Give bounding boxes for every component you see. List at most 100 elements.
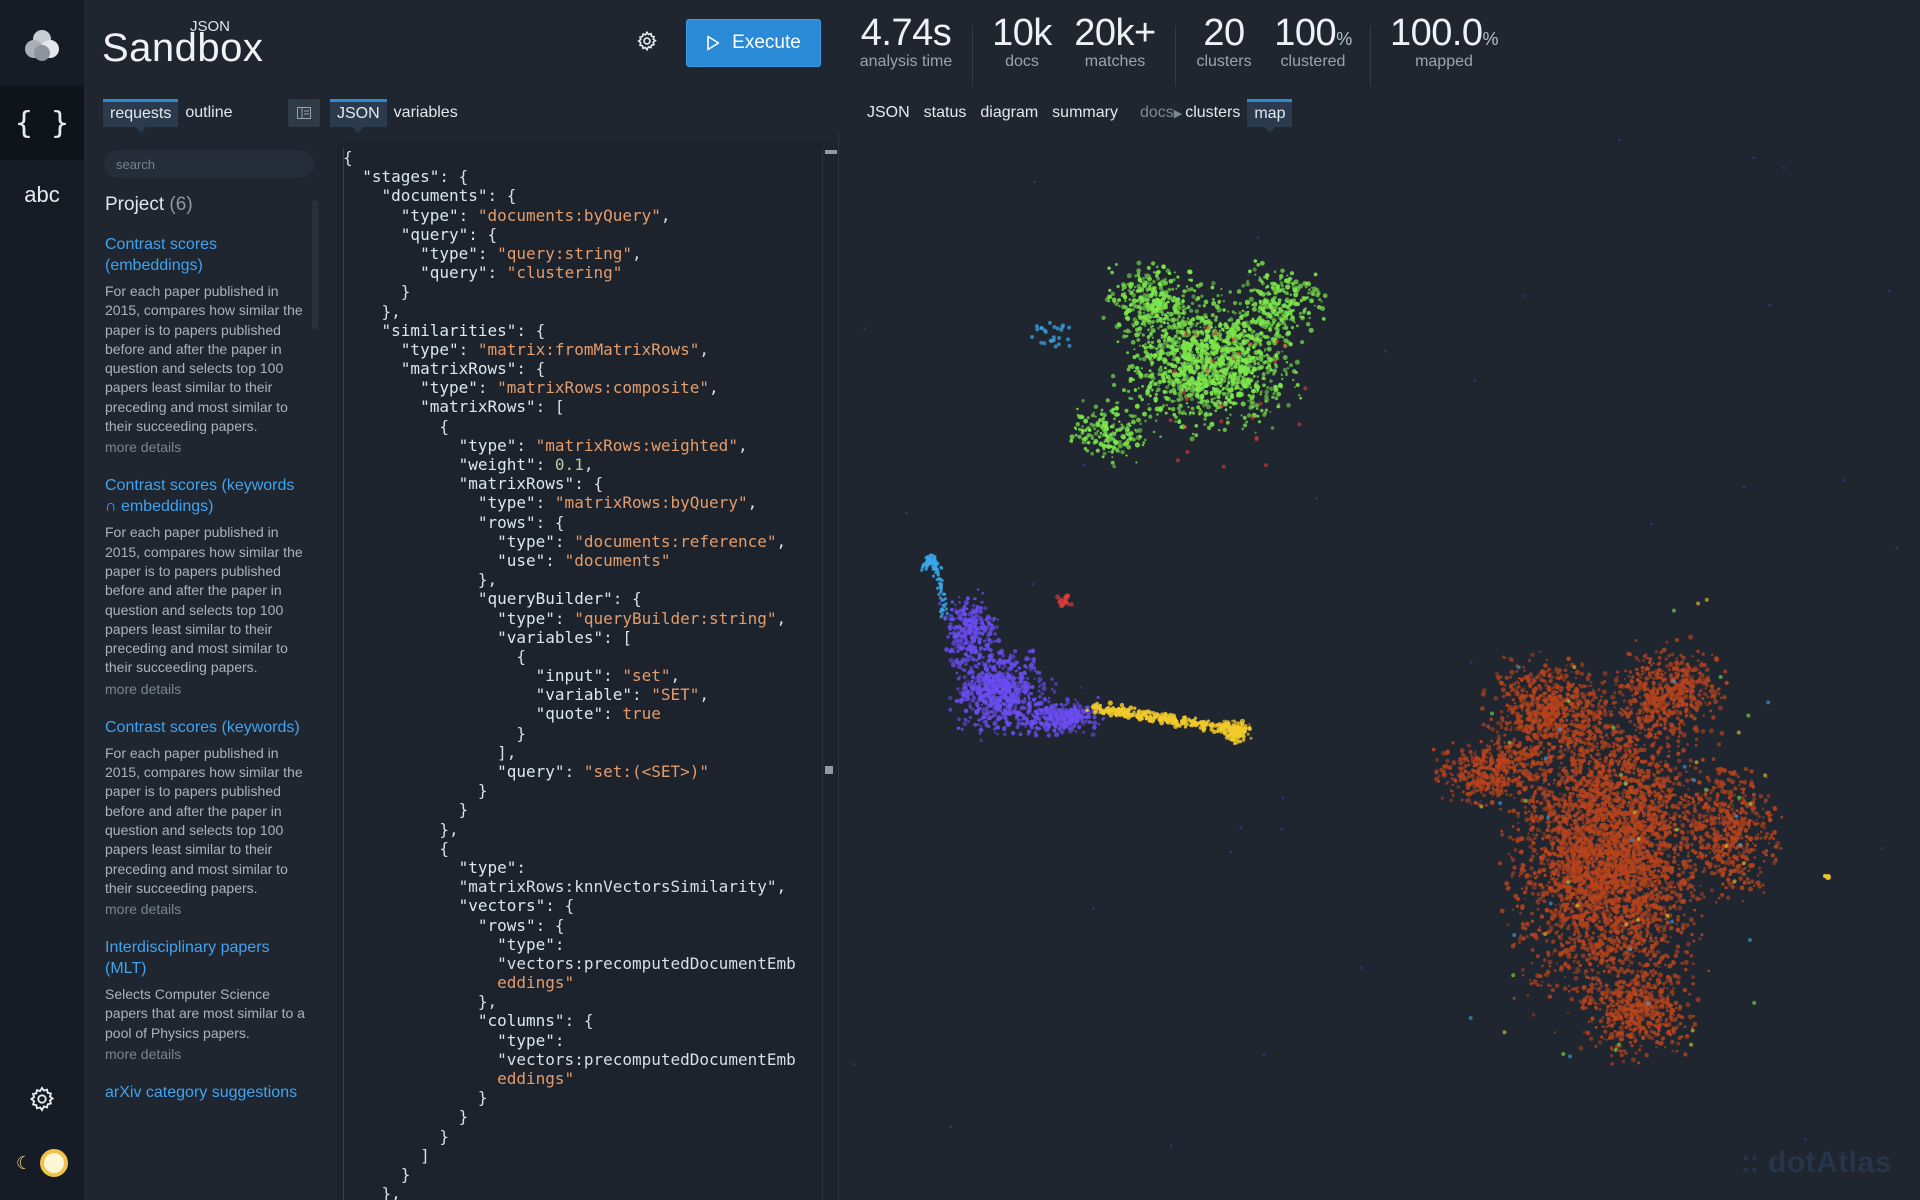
map-point xyxy=(1165,385,1169,390)
map-point xyxy=(1531,961,1534,965)
breadcrumb-arrow-icon: ▶ xyxy=(1173,107,1183,120)
tab-variables[interactable]: variables xyxy=(387,100,465,126)
map-point xyxy=(977,655,982,660)
stat-value: 4.74s xyxy=(860,12,952,54)
map-point xyxy=(1243,312,1248,318)
map-point xyxy=(1266,335,1271,340)
map-scatter[interactable] xyxy=(850,132,1920,1200)
request-title-link[interactable]: Contrast scores (keywords ∩ embeddings) xyxy=(105,475,305,517)
map-point xyxy=(1232,326,1235,329)
map-point xyxy=(1129,363,1135,369)
map-point xyxy=(1151,279,1156,284)
map-point xyxy=(1088,720,1093,725)
map-point xyxy=(965,646,970,652)
panel-toggle-icon[interactable] xyxy=(288,99,320,127)
map-point xyxy=(1182,373,1187,378)
sidebar-scrollbar[interactable] xyxy=(312,200,318,330)
map-point xyxy=(1250,335,1255,340)
tab-json-result[interactable]: JSON xyxy=(860,100,917,126)
map-point xyxy=(1117,298,1122,302)
map-point xyxy=(1248,296,1254,302)
map-point xyxy=(1245,420,1249,424)
map-point xyxy=(1071,712,1077,718)
request-title-link[interactable]: Contrast scores (embeddings) xyxy=(105,234,305,276)
tab-status[interactable]: status xyxy=(917,100,974,126)
map-point xyxy=(1288,341,1293,347)
map-point xyxy=(974,622,978,626)
more-details-link[interactable]: more details xyxy=(105,1046,305,1062)
map-point xyxy=(953,634,958,639)
map-point xyxy=(1159,435,1162,439)
settings-gear-icon[interactable] xyxy=(0,1064,84,1134)
map-point xyxy=(1120,423,1123,426)
map-point xyxy=(993,674,998,679)
execute-button[interactable]: Execute xyxy=(686,19,821,67)
map-point xyxy=(1021,698,1027,704)
map-point xyxy=(1090,436,1095,440)
map-point xyxy=(1065,712,1070,717)
editor-scrollbar[interactable] xyxy=(822,146,837,1200)
theme-toggle[interactable]: ☾ xyxy=(0,1128,84,1198)
play-icon xyxy=(707,35,720,51)
map-point xyxy=(1248,356,1252,359)
map-point xyxy=(1189,436,1195,442)
app-logo-icon[interactable] xyxy=(0,10,84,80)
map-point xyxy=(952,617,956,621)
json-code[interactable]: { "stages": { "documents": { "type": "do… xyxy=(343,148,823,1200)
panel-divider[interactable] xyxy=(838,130,839,1200)
map-point xyxy=(1129,292,1133,296)
tab-docs[interactable]: docs xyxy=(1133,100,1174,126)
request-title-link[interactable]: Interdisciplinary papers (MLT) xyxy=(105,937,305,979)
tab-summary[interactable]: summary xyxy=(1045,100,1125,126)
map-point xyxy=(1152,286,1156,291)
map-point xyxy=(975,658,978,662)
map-point xyxy=(1177,325,1182,329)
more-details-link[interactable]: more details xyxy=(105,439,305,455)
json-sandbox-nav-icon[interactable]: { } xyxy=(0,86,84,160)
map-point xyxy=(1220,327,1225,332)
request-settings-gear-icon[interactable] xyxy=(636,30,662,56)
request-title-link[interactable]: Contrast scores (keywords) xyxy=(105,717,305,738)
tab-diagram[interactable]: diagram xyxy=(973,100,1045,126)
tab-clusters[interactable]: clusters xyxy=(1182,100,1247,126)
request-title-link[interactable]: arXiv category suggestions xyxy=(105,1082,305,1103)
map-point xyxy=(1154,392,1159,397)
map-point xyxy=(1101,315,1106,321)
map-point xyxy=(1262,298,1268,304)
more-details-link[interactable]: more details xyxy=(105,901,305,917)
map-point xyxy=(1275,327,1281,333)
map-point xyxy=(1210,397,1214,401)
map-point xyxy=(1259,331,1264,336)
tab-json-editor[interactable]: JSON xyxy=(330,99,387,133)
map-point xyxy=(1170,399,1175,403)
map-point xyxy=(1191,432,1195,436)
map-point xyxy=(1140,315,1144,319)
map-point xyxy=(1247,726,1252,730)
map-point xyxy=(1068,603,1071,606)
code-line: "type": xyxy=(497,934,565,954)
map-point xyxy=(962,668,967,673)
map-point xyxy=(1184,306,1188,311)
map-point xyxy=(1672,702,1675,705)
search-input[interactable] xyxy=(104,150,314,178)
map-point xyxy=(1245,300,1250,306)
map-point xyxy=(1143,349,1148,355)
more-details-link[interactable]: more details xyxy=(105,681,305,697)
map-point xyxy=(1321,317,1326,321)
map-point xyxy=(1256,361,1260,366)
map-point xyxy=(963,646,966,650)
cluster-map[interactable]: ⁚⁚ dotAtlas xyxy=(850,132,1920,1200)
tab-map[interactable]: map xyxy=(1247,99,1293,133)
map-point xyxy=(1607,773,1613,779)
project-heading[interactable]: Project (6) xyxy=(105,194,193,216)
map-point xyxy=(1147,266,1151,270)
map-point xyxy=(1302,308,1307,313)
map-point xyxy=(1263,355,1266,358)
map-point xyxy=(979,625,983,629)
text-nav-icon[interactable]: abc xyxy=(0,160,84,230)
map-point xyxy=(1095,420,1100,426)
tab-requests[interactable]: requests xyxy=(103,99,179,133)
map-point xyxy=(966,719,971,723)
tab-outline[interactable]: outline xyxy=(178,100,239,126)
map-point xyxy=(983,684,988,689)
